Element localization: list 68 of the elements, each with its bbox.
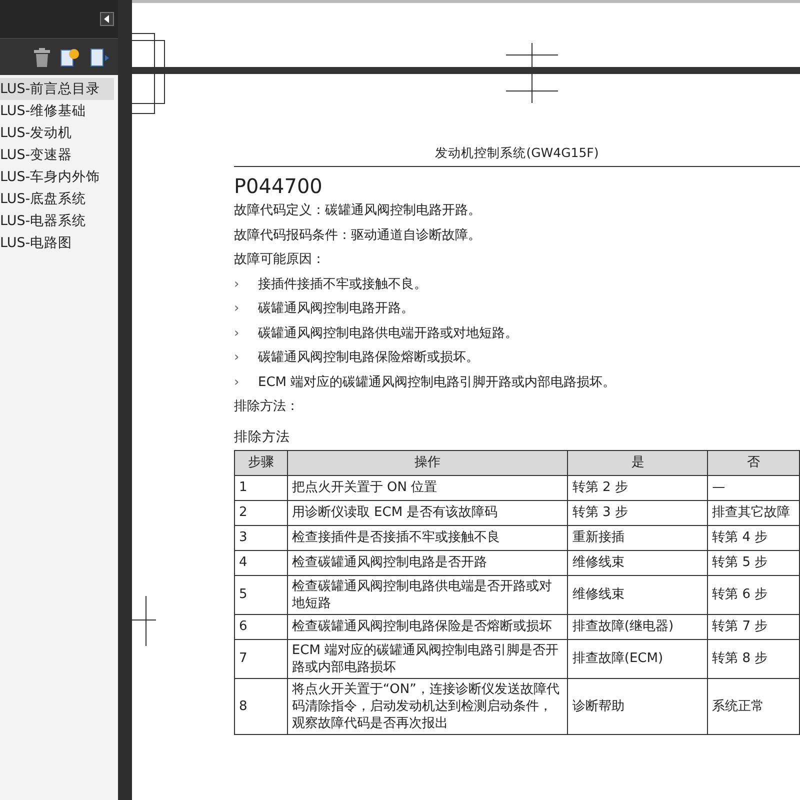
- list-item: 碳罐通风阀控制电路保险熔断或损坏。: [258, 349, 479, 367]
- table-cell: 1: [234, 475, 288, 500]
- paragraph: 故障可能原因：: [234, 251, 326, 269]
- table-cell: 排查故障(继电器): [568, 614, 708, 639]
- page-header: 发动机控制系统(GW4G15F): [234, 145, 800, 167]
- list-item: 碳罐通风阀控制电路开路。: [258, 300, 414, 318]
- table-cell: 2: [234, 500, 288, 525]
- bullet-marker: ›: [234, 349, 240, 367]
- sidebar-item[interactable]: LUS-发动机: [0, 122, 114, 144]
- sidebar-item[interactable]: LUS-维修基础: [0, 100, 114, 122]
- table-cell: 6: [234, 614, 288, 639]
- column-header: 是: [568, 450, 708, 475]
- column-header: 操作: [287, 450, 568, 475]
- table-cell: 4: [234, 550, 288, 575]
- list-item: 碳罐通风阀控制电路供电端开路或对地短路。: [258, 324, 518, 342]
- table-cell: 维修线束: [568, 575, 708, 614]
- table-cell: 维修线束: [568, 550, 708, 575]
- table-cell: 系统正常: [708, 678, 800, 734]
- document-star-icon[interactable]: [60, 47, 80, 67]
- sidebar-item[interactable]: LUS-底盘系统: [0, 188, 114, 210]
- sidebar-item[interactable]: LUS-电器系统: [0, 210, 114, 232]
- triangle-icon: [104, 15, 110, 23]
- table-cell: 将点火开关置于“ON”，连接诊断仪发送故障代码清除指令，启动发动机达到检测启动条件，观察故障代码是否再次报出: [287, 678, 568, 734]
- list-item: 接插件接插不牢或接触不良。: [258, 276, 427, 294]
- table-cell: 7: [234, 639, 288, 678]
- table-cell: 重新接插: [568, 525, 708, 550]
- table-cell: 转第 4 步: [708, 525, 800, 550]
- table-title: 排除方法: [234, 428, 291, 446]
- table-cell: 5: [234, 575, 288, 614]
- bullet-marker: ›: [234, 374, 240, 392]
- table-cell: —: [708, 475, 800, 500]
- list-item: ECM 端对应的碳罐通风阀控制电路引脚开路或内部电路损坏。: [258, 374, 616, 392]
- collapse-button[interactable]: [100, 12, 114, 26]
- table-cell: 转第 8 步: [708, 639, 800, 678]
- table-cell: 用诊断仪读取 ECM 是否有该故障码: [287, 500, 568, 525]
- table-cell: 8: [234, 678, 288, 734]
- table-cell: ECM 端对应的碳罐通风阀控制电路引脚是否开路或内部电路损坏: [287, 639, 568, 678]
- document-arrow-icon[interactable]: [90, 47, 110, 67]
- table-cell: 3: [234, 525, 288, 550]
- trash-icon[interactable]: [34, 48, 50, 66]
- column-header: 否: [708, 450, 800, 475]
- sidebar-item[interactable]: LUS-车身内外饰: [0, 166, 114, 188]
- paragraph: 排除方法：: [234, 398, 300, 416]
- table-cell: 转第 6 步: [708, 575, 800, 614]
- table-cell: 把点火开关置于 ON 位置: [287, 475, 568, 500]
- table-cell: 排查其它故障: [708, 500, 800, 525]
- table-cell: 转第 5 步: [708, 550, 800, 575]
- table-cell: 检查碳罐通风阀控制电路保险是否熔断或损坏: [287, 614, 568, 639]
- bullet-marker: ›: [234, 276, 240, 294]
- sidebar-item[interactable]: LUS-电路图: [0, 232, 114, 254]
- paragraph: 故障代码报码条件：驱动通道自诊断故障。: [234, 226, 482, 244]
- bullet-marker: ›: [234, 300, 240, 318]
- bullet-marker: ›: [234, 324, 240, 342]
- table-cell: 检查碳罐通风阀控制电路供电端是否开路或对地短路: [287, 575, 568, 614]
- table-cell: 转第 3 步: [568, 500, 708, 525]
- crop-mark: [506, 43, 558, 103]
- paragraph: 故障代码定义：碳罐通风阀控制电路开路。: [234, 202, 482, 220]
- sidebar-item[interactable]: LUS-前言总目录: [0, 78, 114, 100]
- table-cell: 转第 7 步: [708, 614, 800, 639]
- table-cell: 诊断帮助: [568, 678, 708, 734]
- table-cell: 转第 2 步: [568, 475, 708, 500]
- crop-mark: [132, 596, 156, 646]
- table-cell: 检查碳罐通风阀控制电路是否开路: [287, 550, 568, 575]
- fault-code: P044700: [234, 173, 324, 199]
- table-cell: 检查接插件是否接插不牢或接触不良: [287, 525, 568, 550]
- sidebar-item[interactable]: LUS-变速器: [0, 144, 114, 166]
- column-header: 步骤: [234, 450, 288, 475]
- table-cell: 排查故障(ECM): [568, 639, 708, 678]
